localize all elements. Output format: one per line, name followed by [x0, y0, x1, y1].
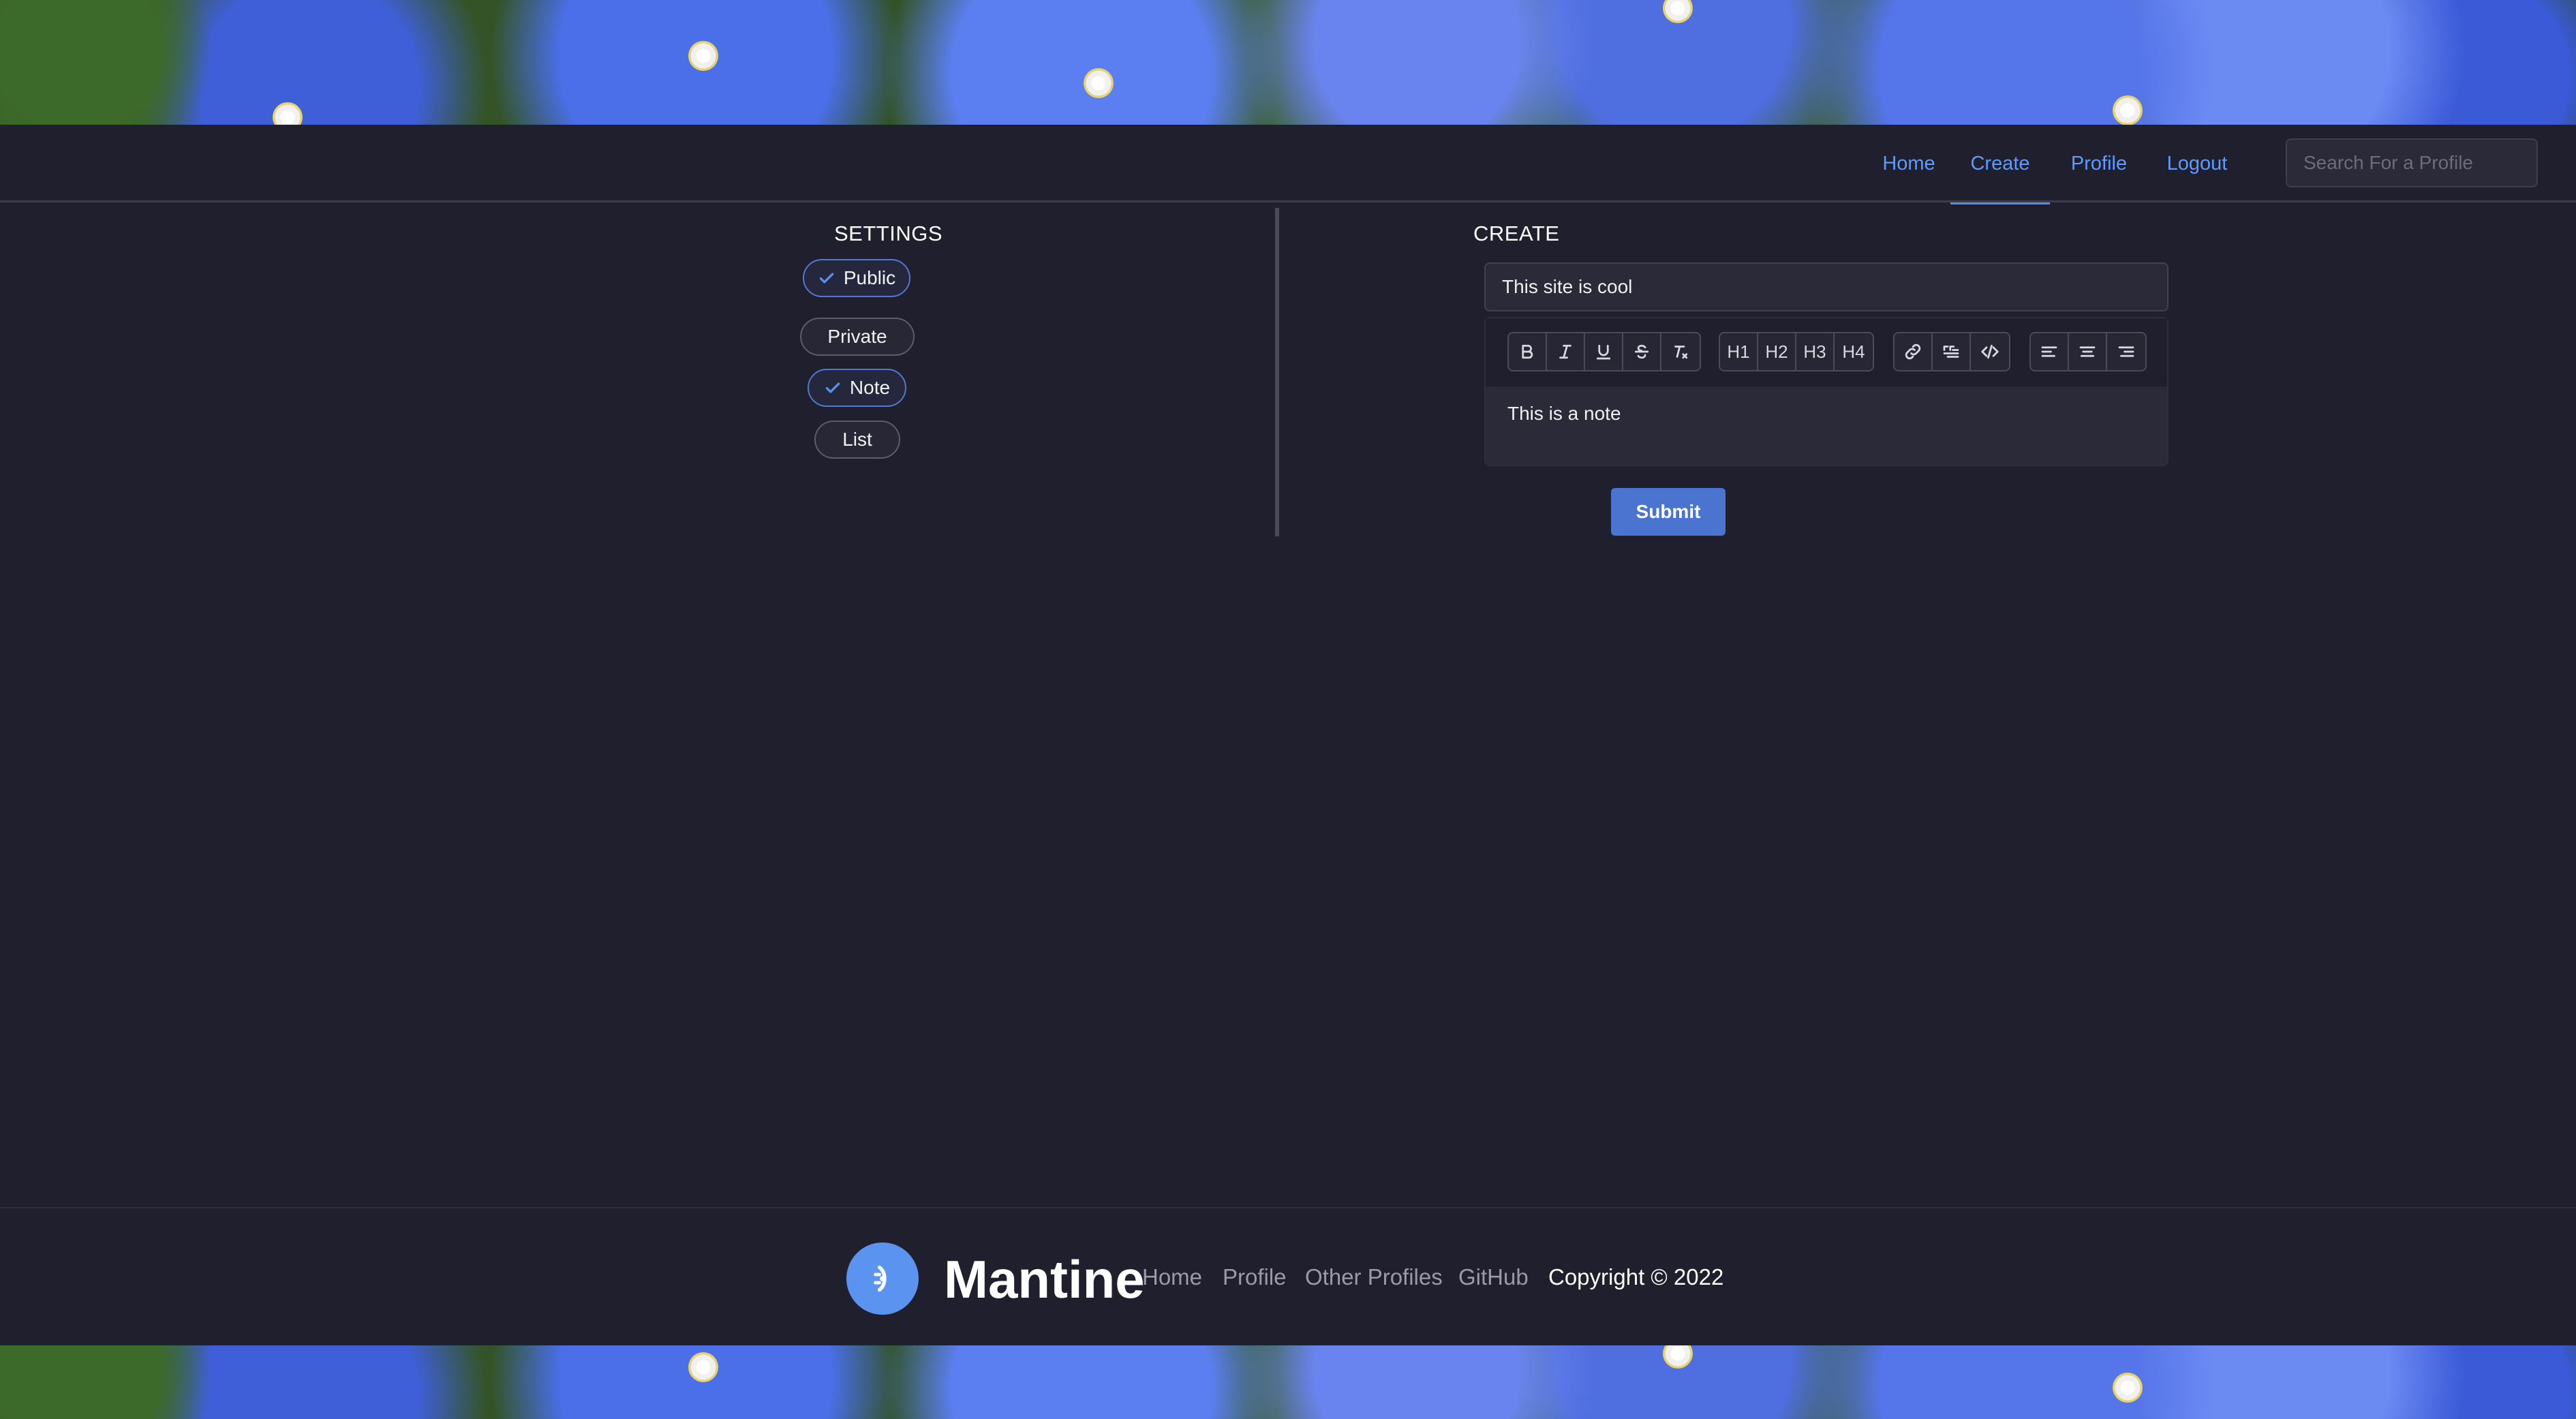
- clear-format-button[interactable]: [1661, 333, 1700, 370]
- heading-4-button[interactable]: H4: [1835, 333, 1873, 370]
- italic-button[interactable]: [1547, 333, 1585, 370]
- create-heading: CREATE: [1473, 222, 1560, 245]
- settings-heading: SETTINGS: [834, 222, 943, 245]
- note-chip[interactable]: Note: [808, 369, 906, 407]
- public-chip-label: Public: [843, 267, 896, 288]
- main-nav: Home Create Profile Logout: [1854, 125, 2246, 204]
- nav-create[interactable]: Create: [1950, 125, 2050, 204]
- align-right-button[interactable]: [2107, 333, 2145, 370]
- list-chip[interactable]: List: [814, 421, 900, 459]
- note-chip-label: Note: [849, 377, 891, 398]
- heading-3-button[interactable]: H3: [1796, 333, 1835, 370]
- submit-button[interactable]: Submit: [1611, 488, 1726, 536]
- bold-button[interactable]: [1509, 333, 1547, 370]
- header-banner-image: [0, 0, 2576, 125]
- editor-content[interactable]: This is a note: [1486, 386, 2167, 465]
- align-left-icon: [2041, 346, 2057, 357]
- mantine-logo-mark: [874, 1265, 887, 1292]
- strikethrough-icon: [1634, 344, 1649, 359]
- rich-text-editor: H1 H2 H3 H4 This is a note: [1484, 317, 2168, 466]
- footer-link-profile[interactable]: Profile: [1223, 1264, 1287, 1290]
- footer-banner-image: [0, 1345, 2576, 1419]
- nav-profile[interactable]: Profile: [2050, 125, 2148, 202]
- editor-toolbar: H1 H2 H3 H4: [1486, 318, 2167, 386]
- brand-name: Mantine: [944, 1249, 1145, 1309]
- align-group: [2029, 332, 2147, 371]
- align-center-button[interactable]: [2069, 333, 2107, 370]
- italic-icon: [1559, 344, 1571, 359]
- blockquote-button[interactable]: [1933, 333, 1971, 370]
- check-icon: [825, 382, 840, 393]
- heading-1-button[interactable]: H1: [1720, 333, 1758, 370]
- column-divider: [1275, 208, 1279, 536]
- align-center-icon: [2079, 346, 2096, 357]
- link-button[interactable]: [1895, 333, 1933, 370]
- link-icon: [1905, 344, 1921, 360]
- underline-icon: [1596, 344, 1611, 360]
- format-group: [1507, 332, 1701, 371]
- nav-home[interactable]: Home: [1867, 125, 1950, 202]
- code-button[interactable]: [1971, 333, 2009, 370]
- heading-2-button[interactable]: H2: [1758, 333, 1796, 370]
- footer-link-other-profiles[interactable]: Other Profiles: [1305, 1264, 1443, 1290]
- footer-link-github[interactable]: GitHub: [1458, 1264, 1529, 1290]
- heading-group: H1 H2 H3 H4: [1719, 332, 1874, 371]
- code-icon: [1981, 344, 1999, 359]
- insert-group: [1893, 332, 2010, 371]
- underline-button[interactable]: [1585, 333, 1623, 370]
- private-chip[interactable]: Private: [800, 318, 915, 356]
- footer: Mantine Home Profile Other Profiles GitH…: [0, 1207, 2576, 1345]
- footer-link-home[interactable]: Home: [1142, 1264, 1202, 1290]
- blockquote-icon: [1943, 346, 1959, 358]
- mantine-logo-icon[interactable]: [846, 1242, 919, 1315]
- top-navbar: Home Create Profile Logout: [0, 125, 2576, 204]
- clear-format-icon: [1674, 346, 1688, 359]
- align-left-button[interactable]: [2031, 333, 2069, 370]
- copyright-text: Copyright © 2022: [1548, 1264, 1724, 1290]
- nav-logout[interactable]: Logout: [2148, 125, 2246, 202]
- align-right-icon: [2118, 346, 2134, 357]
- public-chip[interactable]: Public: [803, 259, 910, 297]
- note-title-input[interactable]: [1484, 262, 2168, 311]
- profile-search-input[interactable]: [2286, 138, 2538, 187]
- list-chip-label: List: [842, 429, 872, 450]
- check-icon: [819, 273, 834, 284]
- bold-icon: [1522, 344, 1533, 359]
- private-chip-label: Private: [827, 326, 887, 347]
- strikethrough-button[interactable]: [1623, 333, 1661, 370]
